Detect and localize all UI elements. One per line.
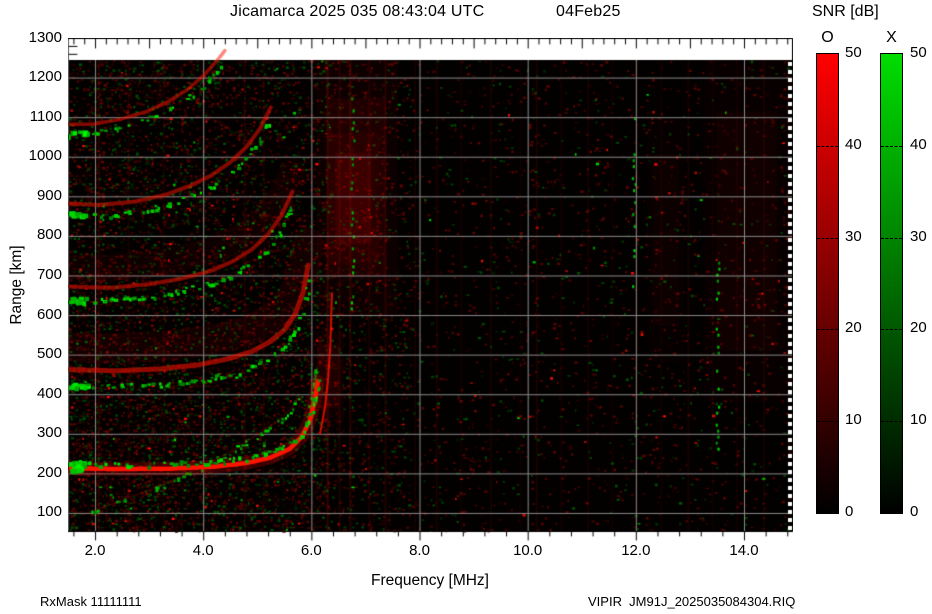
cbar-o-tick-40: 40 (845, 135, 862, 153)
x-tick-12.0: 12.0 (621, 542, 651, 559)
snr-colorbar-o-mode (816, 53, 839, 514)
cbar-x-tick-0: 0 (910, 503, 919, 520)
y-tick-700: 700 (36, 265, 62, 283)
cbar-o-tick-10: 10 (845, 411, 862, 429)
cbar-o-tick-0: 0 (845, 503, 854, 520)
colorbar-tick-dash (881, 145, 902, 147)
y-tick-300: 300 (36, 424, 62, 442)
colorbar-x-label: X (886, 29, 897, 46)
cbar-o-tick-30: 30 (845, 227, 862, 245)
y-tick-200: 200 (36, 463, 62, 481)
y-tick-1100: 1100 (29, 107, 62, 125)
cbar-x-tick-10: 10 (910, 411, 927, 429)
data-file-label: VIPIR JM91J_2025035084304.RIQ (588, 594, 796, 609)
rx-mask-label: RxMask 11111111 (40, 594, 142, 609)
cbar-x-tick-30: 30 (910, 227, 927, 245)
y-tick-1200: 1200 (28, 68, 62, 86)
snr-colorbar-x-mode (880, 53, 903, 514)
cbar-o-tick-20: 20 (845, 319, 862, 337)
colorbar-tick-dash (881, 421, 902, 423)
y-tick-1300: 1300 (28, 28, 62, 46)
x-tick-2.0: 2.0 (84, 542, 106, 559)
colorbar-title: SNR [dB] (812, 3, 879, 20)
ionogram-plot (68, 38, 793, 560)
colorbar-tick-dash (881, 329, 902, 331)
colorbar-tick-dash (881, 237, 902, 239)
plot-title: Jicamarca 2025 035 08:43:04 UTC (230, 3, 485, 20)
x-tick-10.0: 10.0 (513, 542, 543, 559)
x-tick-8.0: 8.0 (409, 542, 430, 559)
colorbar-tick-dash (817, 421, 838, 423)
cbar-x-tick-40: 40 (910, 135, 927, 153)
plot-date: 04Feb25 (556, 3, 621, 20)
colorbar-o-label: O (821, 29, 834, 46)
cbar-o-tick-50: 50 (845, 44, 862, 61)
y-tick-500: 500 (36, 345, 62, 363)
ionogram-page: { "header": { "title": "Jicamarca 2025 0… (0, 0, 932, 614)
y-tick-100: 100 (36, 503, 62, 521)
x-tick-14.0: 14.0 (729, 542, 759, 559)
colorbar-tick-dash (817, 329, 838, 331)
colorbar-tick-dash (817, 237, 838, 239)
x-tick-6.0: 6.0 (300, 542, 322, 559)
y-tick-600: 600 (36, 305, 62, 323)
y-tick-800: 800 (36, 226, 62, 244)
colorbar-tick-dash (817, 145, 838, 147)
y-tick-900: 900 (36, 186, 62, 204)
cbar-x-tick-20: 20 (910, 319, 927, 337)
x-tick-4.0: 4.0 (192, 542, 214, 559)
y-tick-400: 400 (36, 384, 62, 402)
cbar-x-tick-50: 50 (910, 44, 927, 61)
y-tick-1000: 1000 (28, 147, 62, 165)
x-axis-title: Frequency [MHz] (370, 572, 489, 589)
